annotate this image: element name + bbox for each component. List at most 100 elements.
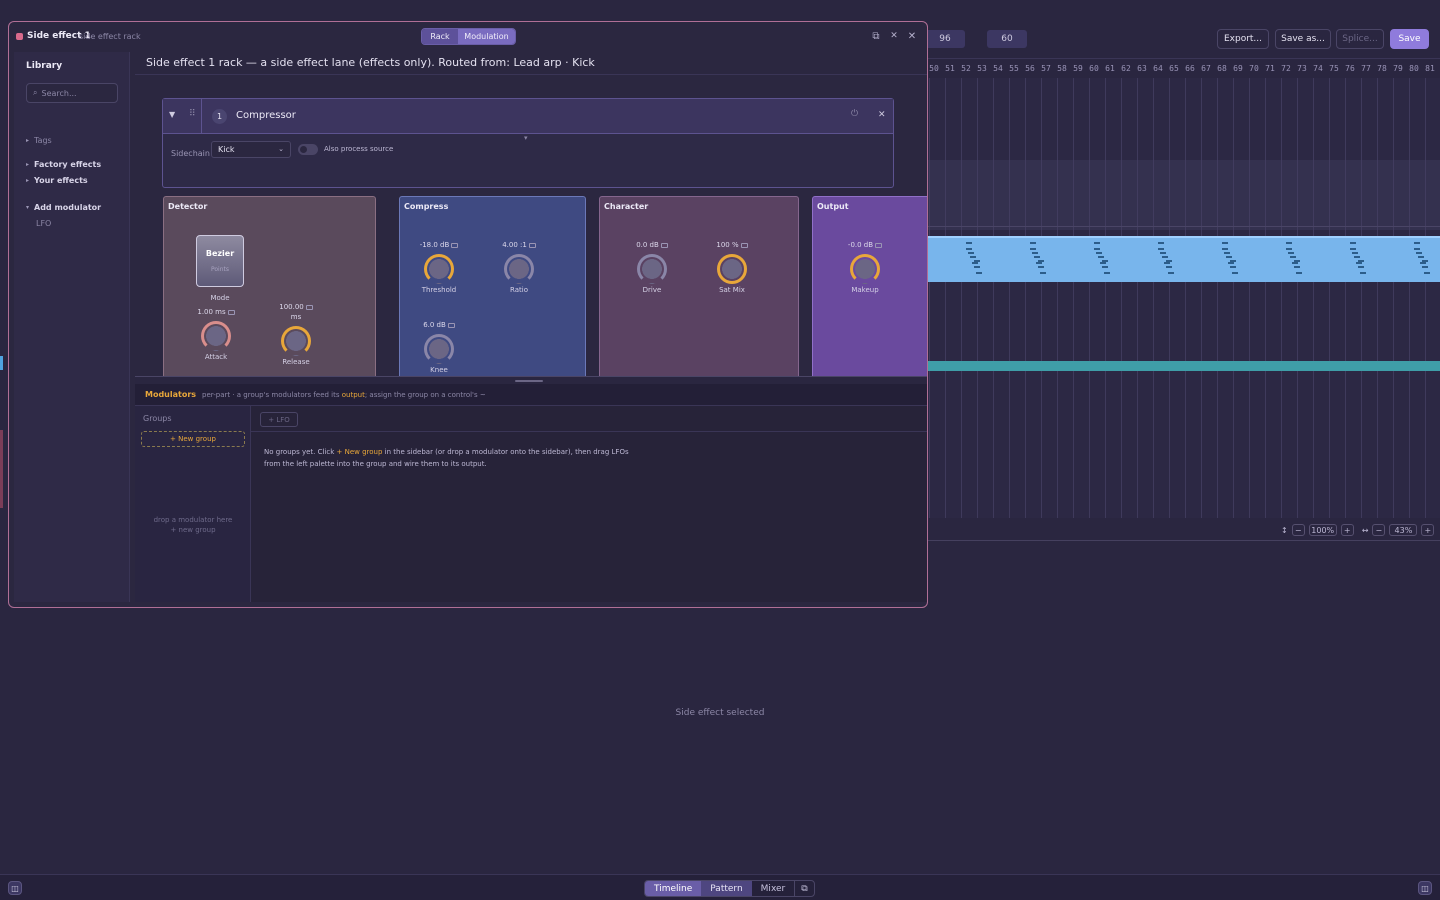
horizontal-zoom-out-button[interactable]: − — [1372, 524, 1386, 536]
ruler-number: 55 — [1009, 64, 1019, 73]
output-panel: Output -0.0 dB Makeup — [812, 196, 927, 376]
release-unit: ms — [290, 313, 302, 321]
new-group-button[interactable]: + New group — [141, 431, 245, 447]
also-process-toggle[interactable] — [298, 144, 318, 155]
satmix-knob[interactable] — [717, 254, 747, 284]
drive-value[interactable]: 0.0 dB — [636, 241, 659, 249]
clip-note — [972, 262, 978, 264]
tab-timeline[interactable]: Timeline — [645, 881, 702, 896]
right-panel-toggle-icon[interactable]: ◫ — [1418, 881, 1432, 895]
unpin-icon[interactable]: ✕ — [888, 30, 900, 42]
library-search-input[interactable]: ⌕ Search... — [26, 83, 118, 103]
popout-icon[interactable]: ⧉ — [794, 881, 813, 896]
expand-icon[interactable]: ▾ — [524, 134, 528, 142]
satmix-value[interactable]: 100 % — [716, 241, 738, 249]
tempo-box-2[interactable]: 60 — [987, 30, 1027, 48]
mod-assign-icon[interactable] — [227, 309, 235, 315]
sidebar-item-factory-effects[interactable]: ▸ Factory effects — [26, 160, 101, 169]
device-header[interactable]: ▼ ⠿ 1 Compressor ⏻ ✕ — [163, 99, 893, 134]
caret-down-icon: ▾ — [26, 204, 30, 211]
sidebar-item-tags[interactable]: ▸ Tags — [26, 136, 52, 145]
knee-knob[interactable] — [424, 334, 454, 364]
ratio-knob[interactable] — [504, 254, 534, 284]
close-icon[interactable]: ✕ — [906, 30, 918, 42]
splice-button[interactable]: Splice... — [1336, 29, 1384, 49]
clip-note — [1354, 256, 1360, 258]
tab-modulation[interactable]: Modulation — [458, 29, 515, 44]
ruler-number: 76 — [1345, 64, 1355, 73]
save-button[interactable]: Save — [1390, 29, 1429, 49]
power-icon[interactable]: ⏻ — [851, 109, 858, 119]
teal-clip[interactable] — [926, 361, 1440, 371]
new-group-link[interactable]: + New group — [337, 448, 383, 456]
clip-note — [1040, 272, 1046, 274]
mod-assign-icon[interactable] — [875, 242, 883, 248]
release-knob[interactable] — [281, 326, 311, 356]
tab-pattern[interactable]: Pattern — [701, 881, 752, 896]
clip-note — [1420, 262, 1426, 264]
attack-value[interactable]: 1.00 ms — [197, 308, 225, 316]
detector-panel: Detector Bezier Points Mode 1.00 ms Atta… — [163, 196, 376, 376]
modulators-header: Modulators per-part · a group's modulato… — [135, 384, 927, 406]
horizontal-zoom-in-button[interactable]: + — [1421, 524, 1435, 536]
caret-right-icon: ▸ — [26, 177, 30, 184]
mode-sub: Points — [210, 266, 230, 273]
attack-knob[interactable] — [201, 321, 231, 351]
mod-assign-icon[interactable] — [740, 242, 748, 248]
threshold-value[interactable]: -18.0 dB — [420, 241, 450, 249]
tab-rack[interactable]: Rack — [422, 29, 458, 44]
ruler-number: 74 — [1313, 64, 1323, 73]
save-as-button[interactable]: Save as... — [1275, 29, 1331, 49]
blue-clip[interactable] — [926, 236, 1440, 282]
header-divider — [201, 99, 202, 133]
window-titlebar[interactable]: Side effect 1 side effect rack Rack Modu… — [9, 22, 927, 52]
mod-assign-icon[interactable] — [660, 242, 668, 248]
makeup-knob[interactable] — [850, 254, 880, 284]
threshold-knob[interactable] — [424, 254, 454, 284]
clip-note — [1416, 252, 1422, 254]
export-button[interactable]: Export... — [1217, 29, 1269, 49]
mod-assign-icon[interactable] — [447, 322, 455, 328]
vertical-zoom-value[interactable]: 100% — [1308, 524, 1337, 536]
remove-device-icon[interactable]: ✕ — [878, 110, 886, 120]
device-name: Compressor — [236, 110, 296, 121]
ruler-number: 70 — [1249, 64, 1259, 73]
mode-selector[interactable]: Bezier Points — [196, 235, 244, 287]
vertical-zoom-in-button[interactable]: + — [1340, 524, 1354, 536]
drag-handle-icon[interactable]: ⠿ — [189, 109, 196, 119]
ruler-number: 62 — [1121, 64, 1131, 73]
popout-icon[interactable]: ⧉ — [870, 30, 882, 42]
sidechain-select[interactable]: Kick ⌄ — [211, 141, 291, 158]
mod-assign-icon[interactable] — [451, 242, 459, 248]
tempo-box-1[interactable]: 96 — [925, 30, 965, 48]
makeup-label: Makeup — [851, 286, 879, 294]
sidebar-item-label: Add modulator — [34, 203, 102, 212]
drive-knob[interactable] — [637, 254, 667, 284]
add-lfo-button[interactable]: + LFO — [260, 412, 298, 427]
sidechain-value: Kick — [218, 145, 235, 154]
clip-note — [1414, 248, 1420, 250]
drop-hint[interactable]: drop a modulator here + new group — [135, 515, 251, 535]
mod-assign-icon[interactable] — [305, 304, 313, 310]
collapse-icon[interactable]: ▼ — [169, 110, 175, 119]
mode-value: Bezier — [205, 249, 235, 258]
makeup-value[interactable]: -0.0 dB — [848, 241, 873, 249]
knee-value[interactable]: 6.0 dB — [423, 321, 446, 329]
tab-mixer[interactable]: Mixer — [752, 881, 795, 896]
horizontal-zoom-value[interactable]: 43% — [1389, 524, 1418, 536]
sidebar-item-lfo[interactable]: LFO — [36, 219, 51, 228]
timeline-ruler[interactable]: 50 51 52 53 54 55 56 57 58 59 60 61 62 63 64 65 66 67 68 69… — [926, 58, 1440, 78]
ruler-number: 56 — [1025, 64, 1035, 73]
vertical-zoom-out-button[interactable]: − — [1291, 524, 1305, 536]
panel-splitter[interactable] — [135, 376, 927, 384]
sidebar-item-your-effects[interactable]: ▸ Your effects — [26, 176, 88, 185]
sidebar-item-add-modulator[interactable]: ▾ Add modulator — [26, 203, 101, 212]
threshold-knob-group: -18.0 dB Threshold — [409, 240, 469, 294]
mod-assign-icon[interactable] — [528, 242, 536, 248]
release-value[interactable]: 100.00 — [279, 303, 304, 311]
character-title: Character — [604, 202, 649, 211]
ratio-value[interactable]: 4.00 :1 — [502, 241, 527, 249]
pattern-grid[interactable] — [926, 78, 1440, 518]
left-panel-toggle-icon[interactable]: ◫ — [8, 881, 22, 895]
clip-note — [1228, 262, 1234, 264]
